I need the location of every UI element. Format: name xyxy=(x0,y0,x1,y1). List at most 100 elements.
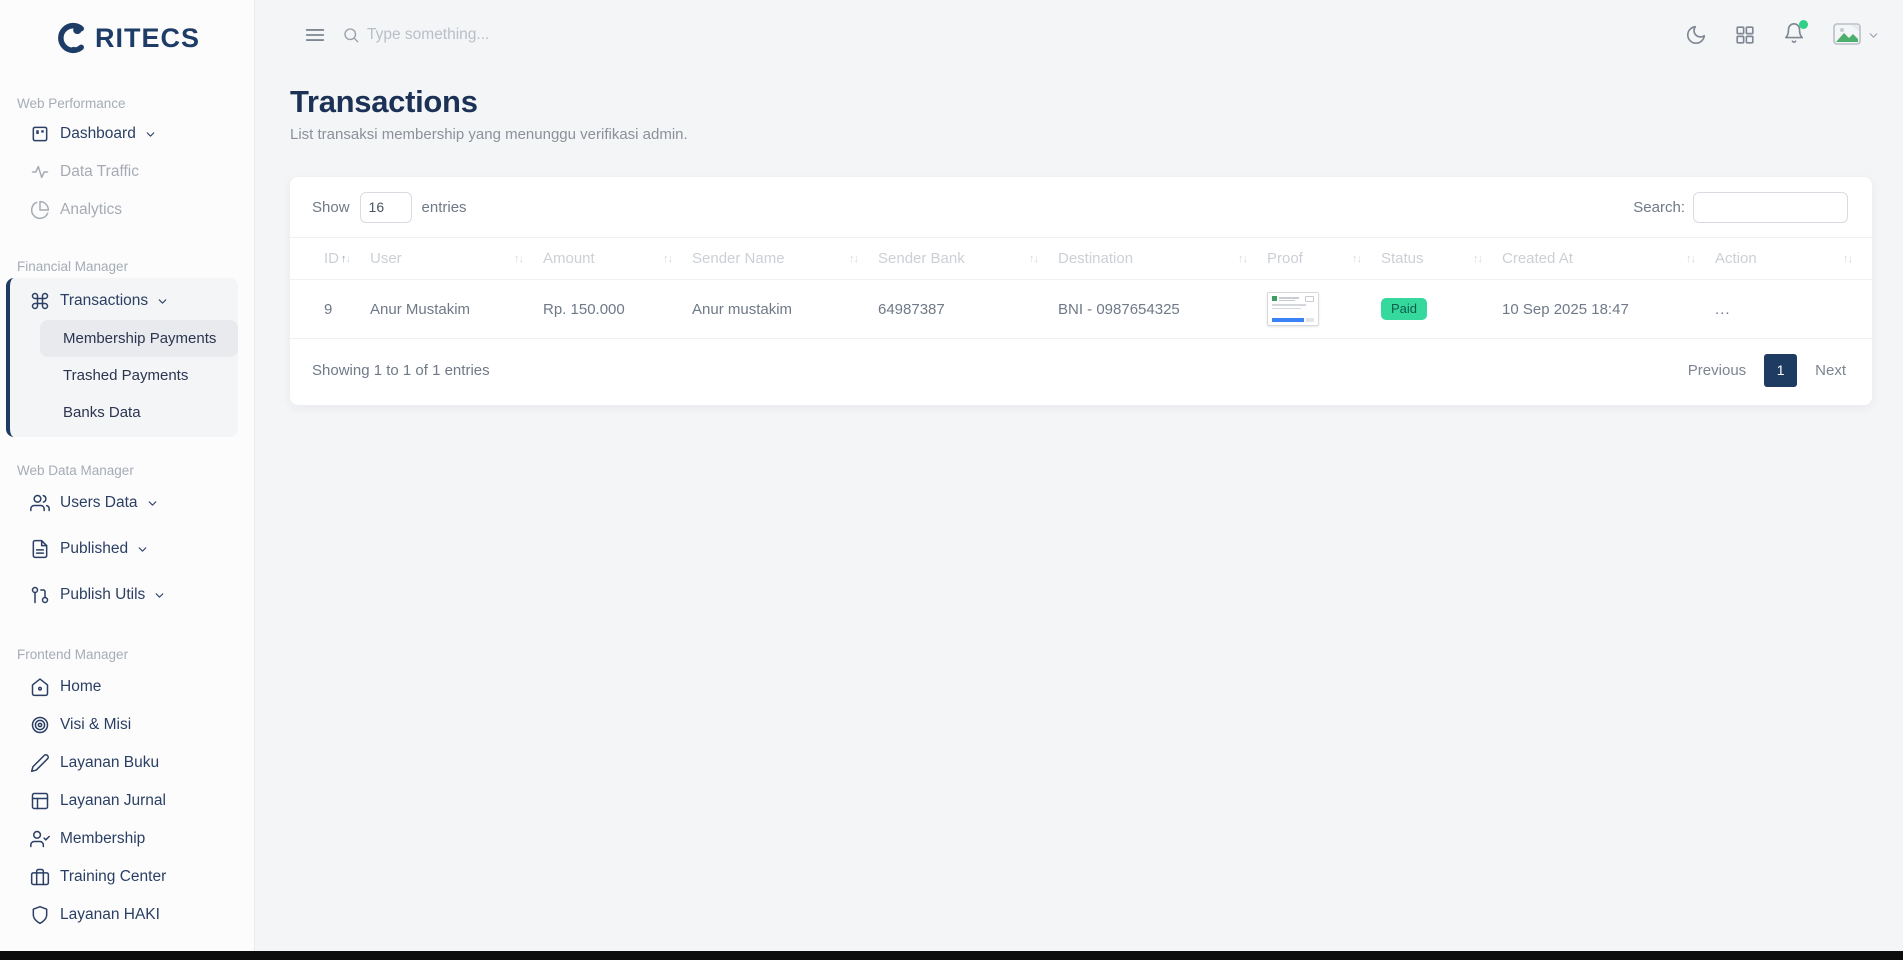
home-icon xyxy=(30,677,50,697)
column-header-destination[interactable]: Destination↑↓ xyxy=(1058,238,1267,280)
sidebar-item-layanan-buku[interactable]: Layanan Buku xyxy=(0,744,254,782)
sidebar-item-visi-misi[interactable]: Visi & Misi xyxy=(0,706,254,744)
sidebar-item-data-traffic[interactable]: Data Traffic xyxy=(0,153,254,191)
column-header-action[interactable]: Action↑↓ xyxy=(1715,238,1872,280)
cell-proof xyxy=(1267,280,1381,339)
sort-icon: ↑↓ xyxy=(341,253,350,265)
sort-icon: ↑↓ xyxy=(1029,253,1038,265)
showing-entries-text: Showing 1 to 1 of 1 entries xyxy=(312,362,490,379)
sidebar-item-trashed-payments[interactable]: Trashed Payments xyxy=(40,357,238,394)
avatar-broken-image xyxy=(1832,21,1864,49)
brand-logo-icon xyxy=(54,21,88,55)
proof-thumbnail[interactable] xyxy=(1267,292,1319,326)
sidebar-section-web-data-manager: Web Data Manager xyxy=(0,463,254,478)
page-title: Transactions xyxy=(290,84,1873,120)
cell-created-at: 10 Sep 2025 18:47 xyxy=(1502,280,1715,339)
cell-sender-name: Anur mustakim xyxy=(692,280,878,339)
show-label: Show xyxy=(312,199,350,216)
table-search-input[interactable] xyxy=(1693,192,1848,223)
current-page-button[interactable]: 1 xyxy=(1764,354,1797,387)
cell-destination: BNI - 0987654325 xyxy=(1058,280,1267,339)
table-header-row: ID↑↓ User↑↓ Amount↑↓ Sender Name↑↓ Sende… xyxy=(290,238,1872,280)
column-header-sender-bank[interactable]: Sender Bank↑↓ xyxy=(878,238,1058,280)
next-page-button[interactable]: Next xyxy=(1815,362,1846,379)
sidebar-item-home[interactable]: Home xyxy=(0,668,254,706)
column-header-amount[interactable]: Amount↑↓ xyxy=(543,238,692,280)
table-row: 9 Anur Mustakim Rp. 150.000 Anur mustaki… xyxy=(290,280,1872,339)
git-branch-icon xyxy=(30,585,50,605)
row-actions-button[interactable]: ... xyxy=(1715,301,1731,318)
table-search-label: Search: xyxy=(1633,199,1685,216)
sidebar-item-users-data[interactable]: Users Data xyxy=(0,480,254,526)
status-badge: Paid xyxy=(1381,298,1427,320)
app-window: RITECS Web Performance Dashboard Data Tr… xyxy=(0,0,1903,960)
pen-icon xyxy=(30,753,50,773)
sidebar-item-layanan-haki[interactable]: Layanan HAKI xyxy=(0,896,254,934)
sidebar-item-membership-payments[interactable]: Membership Payments xyxy=(40,320,238,357)
column-header-created-at[interactable]: Created At↑↓ xyxy=(1502,238,1715,280)
notification-dot xyxy=(1799,20,1808,29)
user-menu[interactable] xyxy=(1832,21,1880,49)
entries-count-input[interactable] xyxy=(360,192,412,223)
sort-icon: ↑↓ xyxy=(1238,253,1247,265)
brand-logo[interactable]: RITECS xyxy=(0,16,254,60)
cell-user: Anur Mustakim xyxy=(370,280,543,339)
column-header-status[interactable]: Status↑↓ xyxy=(1381,238,1502,280)
transactions-table-card: Show entries Search: xyxy=(290,177,1872,405)
chevron-down-icon xyxy=(156,295,169,308)
sidebar-item-transactions[interactable]: Transactions xyxy=(10,282,238,320)
column-header-sender-name[interactable]: Sender Name↑↓ xyxy=(692,238,878,280)
sidebar-item-analytics[interactable]: Analytics xyxy=(0,191,254,229)
sidebar-item-banks-data[interactable]: Banks Data xyxy=(40,394,238,431)
sort-icon: ↑↓ xyxy=(514,253,523,265)
sidebar-section-web-performance: Web Performance xyxy=(0,96,254,111)
sidebar-item-dashboard[interactable]: Dashboard xyxy=(0,115,254,153)
command-icon xyxy=(30,291,50,311)
cell-amount: Rp. 150.000 xyxy=(543,280,692,339)
dashboard-icon xyxy=(30,124,50,144)
file-text-icon xyxy=(30,539,50,559)
sidebar-item-published[interactable]: Published xyxy=(0,526,254,572)
sort-icon: ↑↓ xyxy=(1352,253,1361,265)
page-content: Transactions List transaksi membership y… xyxy=(255,70,1903,405)
sidebar-section-frontend-manager: Frontend Manager xyxy=(0,647,254,662)
cell-action: ... xyxy=(1715,280,1872,339)
moon-icon[interactable] xyxy=(1685,24,1707,46)
cell-sender-bank: 64987387 xyxy=(878,280,1058,339)
chevron-down-icon xyxy=(136,543,149,556)
shield-icon xyxy=(30,905,50,925)
topbar-search xyxy=(342,26,687,44)
sort-icon: ↑↓ xyxy=(849,253,858,265)
sort-icon: ↑↓ xyxy=(1686,253,1695,265)
pie-chart-icon xyxy=(30,200,50,220)
sort-icon: ↑↓ xyxy=(1473,253,1482,265)
sidebar-item-publish-utils[interactable]: Publish Utils xyxy=(0,572,254,618)
search-icon xyxy=(342,26,360,44)
chevron-down-icon xyxy=(153,589,166,602)
column-header-user[interactable]: User↑↓ xyxy=(370,238,543,280)
sidebar-item-layanan-jurnal[interactable]: Layanan Jurnal xyxy=(0,782,254,820)
cell-id: 9 xyxy=(290,280,370,339)
sidebar-section-financial-manager: Financial Manager xyxy=(0,259,254,274)
main-area: Transactions List transaksi membership y… xyxy=(255,0,1903,960)
chevron-down-icon xyxy=(144,128,157,141)
pagination: Previous 1 Next xyxy=(1688,354,1846,387)
grid-icon[interactable] xyxy=(1734,24,1756,46)
chevron-down-icon xyxy=(1867,29,1880,42)
menu-icon[interactable] xyxy=(304,24,326,46)
topbar-actions xyxy=(1685,21,1880,49)
sidebar: RITECS Web Performance Dashboard Data Tr… xyxy=(0,0,255,960)
activity-icon xyxy=(30,162,50,182)
layout-icon xyxy=(30,791,50,811)
sort-icon: ↑↓ xyxy=(663,253,672,265)
entries-label: entries xyxy=(422,199,467,216)
column-header-id[interactable]: ID↑↓ xyxy=(290,238,370,280)
users-icon xyxy=(30,493,50,513)
chevron-down-icon xyxy=(146,497,159,510)
sidebar-item-training-center[interactable]: Training Center xyxy=(0,858,254,896)
column-header-proof[interactable]: Proof↑↓ xyxy=(1267,238,1381,280)
topbar xyxy=(255,0,1903,70)
previous-page-button[interactable]: Previous xyxy=(1688,362,1746,379)
sidebar-item-membership[interactable]: Membership xyxy=(0,820,254,858)
global-search-input[interactable] xyxy=(367,26,687,44)
